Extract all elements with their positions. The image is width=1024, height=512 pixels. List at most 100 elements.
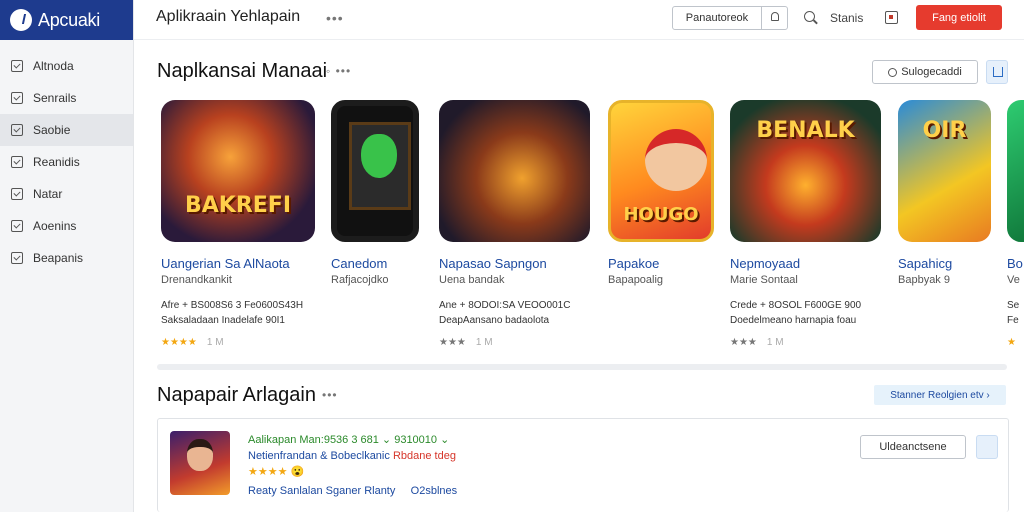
- sidebar-item-2[interactable]: Saobie: [0, 114, 133, 146]
- app-card[interactable]: BENALK Nepmoyaad Marie Sontaal Crede + 8…: [730, 100, 881, 348]
- app-title[interactable]: Bo: [1007, 256, 1024, 271]
- app-title[interactable]: Sapahicg: [898, 256, 991, 271]
- alien-face-icon: [361, 134, 397, 178]
- list-item-subtitle-text: Netienfrandan & Bobeclkanic: [248, 450, 390, 462]
- app-artwork[interactable]: [331, 100, 419, 242]
- refresh-icon: [888, 67, 898, 77]
- app-title[interactable]: Nepmoyaad: [730, 256, 881, 271]
- list-item-action-button[interactable]: Uldeanctsene: [860, 435, 966, 459]
- scrollbar[interactable]: [157, 364, 1007, 370]
- rating-stars: ★★★★ 1 M: [161, 337, 224, 348]
- section-options-icon[interactable]: ◦ •••: [326, 64, 351, 78]
- app-developer: Ve: [1007, 274, 1020, 286]
- section-title: Naplkansai Manaai: [157, 60, 328, 82]
- sidebar-item-label: Saobie: [33, 123, 71, 137]
- sidebar-item-5[interactable]: Aoenins: [0, 210, 133, 242]
- app-card[interactable]: BAKREFI Uangerian Sa AlNaota Drenandkank…: [161, 100, 315, 348]
- app-title: Aplikraain Yehlapain: [156, 8, 301, 25]
- bookmark-icon[interactable]: [976, 435, 998, 459]
- app-desc-line: DeapAansano badaolota: [439, 315, 550, 326]
- app-artwork[interactable]: BAKREFI: [161, 100, 315, 242]
- app-thumbnail[interactable]: [170, 431, 230, 495]
- section-action-label: Sulogecaddi: [901, 66, 962, 78]
- sidebar-item-4[interactable]: Natar: [0, 178, 133, 210]
- rating-count: 1 M: [475, 337, 493, 348]
- app-desc-line: Ane + 8ODOI:SA VEOO001C: [439, 300, 571, 311]
- app-card[interactable]: HOUGO Papakoe Bapapoalig: [608, 100, 714, 286]
- sidebar: Apcuaki Altnoda Senrails Saobie Reanidis…: [0, 0, 134, 512]
- app-developer: Marie Sontaal: [730, 274, 798, 286]
- app-developer: Bapbyak 9: [898, 274, 950, 286]
- list-item-footer-link[interactable]: Reaty Sanlalan Sganer Rlanty: [248, 485, 395, 497]
- app-logo-text: HOUGO: [623, 204, 699, 225]
- status-link[interactable]: Stanis: [830, 11, 863, 25]
- sidebar-item-0[interactable]: Altnoda: [0, 50, 133, 82]
- more-icon[interactable]: •••: [326, 10, 344, 26]
- sidebar-item-1[interactable]: Senrails: [0, 82, 133, 114]
- app-artwork[interactable]: HOUGO: [608, 100, 714, 242]
- character-icon: [645, 129, 707, 191]
- brand-logo-icon: [10, 9, 32, 31]
- search-box[interactable]: Panautoreok: [672, 6, 788, 30]
- app-card[interactable]: OIR Sapahicg Bapbyak 9: [898, 100, 991, 286]
- list-icon: [11, 124, 23, 136]
- app-title[interactable]: Napasao Sapngon: [439, 256, 590, 271]
- app-desc-line: Afre + BS008S6 3 Fe0600S43H: [161, 300, 304, 311]
- see-all-link[interactable]: Stanner Reolgien etv ›: [874, 385, 1006, 405]
- sidebar-item-6[interactable]: Beapanis: [0, 242, 133, 274]
- list-item-footer: Reaty Sanlalan Sganer Rlanty O2sblnes: [248, 485, 457, 497]
- rating-count: 1 M: [766, 337, 784, 348]
- app-artwork[interactable]: [439, 100, 590, 242]
- app-title[interactable]: Papakoe: [608, 256, 714, 271]
- section-action-button[interactable]: Sulogecaddi: [872, 60, 978, 84]
- rating-stars: ★★★★ 😮: [248, 466, 305, 478]
- primary-cta-button[interactable]: Fang etiolit: [916, 5, 1002, 30]
- search-icon[interactable]: [804, 11, 815, 22]
- notification-button[interactable]: [761, 7, 787, 29]
- app-logo-text: BENALK: [756, 118, 855, 143]
- window-icon[interactable]: [885, 11, 898, 24]
- sidebar-item-label: Natar: [33, 187, 63, 201]
- app-artwork[interactable]: OIR: [898, 100, 991, 242]
- section-options-icon[interactable]: •••: [322, 388, 338, 402]
- app-developer: Uena bandak: [439, 274, 505, 286]
- checkbox-icon: [11, 252, 23, 264]
- checkbox-icon: [11, 92, 23, 104]
- app-title[interactable]: Canedom: [331, 256, 419, 271]
- sidebar-item-label: Aoenins: [33, 219, 77, 233]
- app-card[interactable]: Bo Ve Se Fe ★: [1007, 100, 1024, 348]
- app-card[interactable]: Napasao Sapngon Uena bandak Ane + 8ODOI:…: [439, 100, 590, 348]
- brand-bar[interactable]: Apcuaki: [0, 0, 133, 40]
- app-description: Se Fe: [1007, 298, 1024, 328]
- sidebar-item-3[interactable]: Reanidis: [0, 146, 133, 178]
- app-artwork[interactable]: [1007, 100, 1024, 242]
- app-developer: Drenandkankit: [161, 274, 232, 286]
- app-artwork[interactable]: BENALK: [730, 100, 881, 242]
- sidebar-item-label: Beapanis: [33, 251, 84, 265]
- app-developer: Rafjacojdko: [331, 274, 389, 286]
- bell-icon: [771, 12, 779, 21]
- top-bar: Aplikraain Yehlapain ••• Panautoreok Sta…: [134, 0, 1024, 40]
- sidebar-item-label: Senrails: [33, 91, 77, 105]
- checkbox-icon: [11, 156, 23, 168]
- app-desc-line: Se: [1007, 300, 1020, 311]
- rating-stars: ★: [1007, 337, 1016, 348]
- brand-name: Apcuaki: [38, 9, 100, 30]
- share-icon[interactable]: [986, 60, 1008, 84]
- app-desc-line: Saksaladaan Inadelafe 90I1: [161, 315, 285, 326]
- rating-stars: ★★★ 1 M: [439, 337, 493, 348]
- app-title[interactable]: Uangerian Sa AlNaota: [161, 256, 315, 271]
- app-card[interactable]: Canedom Rafjacojdko: [331, 100, 419, 286]
- checkbox-icon: [11, 60, 23, 72]
- list-item-footer-count: O2sblnes: [410, 485, 458, 497]
- list-item-title[interactable]: Aalikapan Man:9536 3 681 ⌄ 9310010 ⌄: [248, 433, 449, 446]
- app-description: Crede + 8OSOL F600GE 900 Doedelmeano har…: [730, 298, 881, 328]
- search-box-label: Panautoreok: [685, 12, 749, 24]
- app-logo-text: BAKREFI: [184, 193, 292, 218]
- app-desc-line: Fe: [1007, 315, 1019, 326]
- rating-stars: ★★★ 1 M: [730, 337, 784, 348]
- app-logo-text: OIR: [922, 118, 967, 143]
- rating-count: 1 M: [206, 337, 224, 348]
- checkbox-icon: [11, 188, 23, 200]
- list-item[interactable]: Aalikapan Man:9536 3 681 ⌄ 9310010 ⌄ Net…: [157, 418, 1009, 512]
